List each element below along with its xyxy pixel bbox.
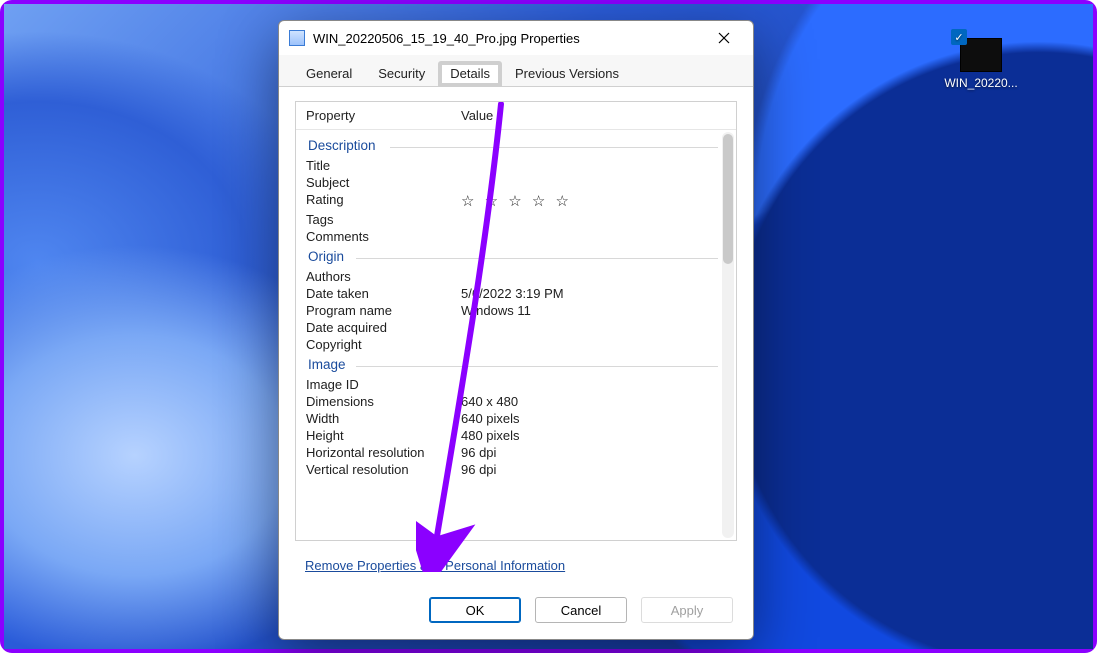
dialog-buttons: OK Cancel Apply [279,587,753,639]
property-name: Copyright [306,337,461,352]
property-value [461,337,726,352]
tab-general[interactable]: General [293,60,365,87]
property-name: Tags [306,212,461,227]
properties-dialog: WIN_20220506_15_19_40_Pro.jpg Properties… [278,20,754,640]
property-value: Windows 11 [461,303,726,318]
property-row[interactable]: Dimensions640 x 480 [296,393,736,410]
close-icon [718,32,730,44]
details-grid: Property Value DescriptionTitleSubjectRa… [295,101,737,541]
property-name: Date taken [306,286,461,301]
property-name: Rating [306,192,461,210]
window-title: WIN_20220506_15_19_40_Pro.jpg Properties [313,31,705,46]
property-row[interactable]: Authors [296,268,736,285]
ok-button[interactable]: OK [429,597,521,623]
property-value: 5/6/2022 3:19 PM [461,286,726,301]
property-row[interactable]: Horizontal resolution96 dpi [296,444,736,461]
remove-properties-link[interactable]: Remove Properties and Personal Informati… [305,558,565,573]
property-name: Title [306,158,461,173]
property-row[interactable]: Program nameWindows 11 [296,302,736,319]
property-row[interactable]: Comments [296,228,736,245]
property-name: Width [306,411,461,426]
close-button[interactable] [705,24,743,52]
property-name: Comments [306,229,461,244]
property-value [461,377,726,392]
property-value [461,229,726,244]
tab-security[interactable]: Security [365,60,438,87]
property-row[interactable]: Copyright [296,336,736,353]
apply-button[interactable]: Apply [641,597,733,623]
property-row[interactable]: Rating☆ ☆ ☆ ☆ ☆ [296,191,736,211]
property-value: 640 pixels [461,411,726,426]
column-property[interactable]: Property [296,102,451,129]
tabs: General Security Details Previous Versio… [279,55,753,87]
column-value[interactable]: Value [451,102,736,129]
property-row[interactable]: Tags [296,211,736,228]
property-name: Authors [306,269,461,284]
section-title: Origin [296,245,736,268]
property-value: 640 x 480 [461,394,726,409]
property-value [461,320,726,335]
property-row[interactable]: Date taken5/6/2022 3:19 PM [296,285,736,302]
selected-check-icon: ✓ [951,29,967,45]
file-label: WIN_20220... [944,76,1017,90]
property-name: Program name [306,303,461,318]
remove-link-container: Remove Properties and Personal Informati… [295,541,737,581]
tab-details[interactable]: Details [438,61,502,87]
property-value [461,158,726,173]
desktop-file-icon[interactable]: ✓ WIN_20220... [937,38,1025,90]
titlebar[interactable]: WIN_20220506_15_19_40_Pro.jpg Properties [279,21,753,55]
property-name: Height [306,428,461,443]
property-value: 96 dpi [461,445,726,460]
property-name: Dimensions [306,394,461,409]
image-file-icon [289,30,305,46]
property-row[interactable]: Date acquired [296,319,736,336]
property-row[interactable]: Width640 pixels [296,410,736,427]
property-value: 480 pixels [461,428,726,443]
property-value [461,269,726,284]
tab-previous-versions[interactable]: Previous Versions [502,60,632,87]
rating-stars[interactable]: ☆ ☆ ☆ ☆ ☆ [461,192,726,210]
property-row[interactable]: Vertical resolution96 dpi [296,461,736,478]
section-title: Image [296,353,736,376]
property-name: Date acquired [306,320,461,335]
property-row[interactable]: Subject [296,174,736,191]
grid-body[interactable]: DescriptionTitleSubjectRating☆ ☆ ☆ ☆ ☆Ta… [296,130,736,540]
property-value [461,175,726,190]
tab-content: Property Value DescriptionTitleSubjectRa… [279,87,753,587]
property-row[interactable]: Title [296,157,736,174]
property-name: Image ID [306,377,461,392]
scrollbar[interactable] [722,132,734,538]
file-thumbnail: ✓ [960,38,1002,72]
property-name: Subject [306,175,461,190]
property-value [461,212,726,227]
grid-header: Property Value [296,102,736,130]
property-name: Horizontal resolution [306,445,461,460]
property-row[interactable]: Image ID [296,376,736,393]
cancel-button[interactable]: Cancel [535,597,627,623]
property-row[interactable]: Height480 pixels [296,427,736,444]
property-value: 96 dpi [461,462,726,477]
property-name: Vertical resolution [306,462,461,477]
section-title: Description [296,134,736,157]
